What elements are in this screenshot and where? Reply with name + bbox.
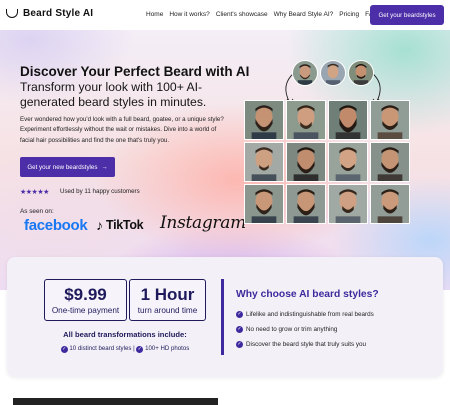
- result-photo: [328, 100, 368, 140]
- result-photo: [328, 184, 368, 224]
- check-circle-icon: ✓: [60, 346, 68, 353]
- result-photo: [370, 184, 410, 224]
- includes-item-styles: 10 distinct beard styles: [69, 345, 132, 352]
- feature-item: ✓ Lifelike and indistinguishable from re…: [236, 311, 374, 318]
- nav-link-how-it-works[interactable]: How it works?: [169, 11, 209, 18]
- rating-stars-icon: ★★★★★: [20, 189, 49, 196]
- before-photos: [292, 60, 374, 86]
- seen-on-label: As seen on:: [20, 208, 54, 215]
- result-photo: [370, 142, 410, 182]
- includes-separator: |: [133, 345, 135, 352]
- check-circle-icon: ✓: [236, 326, 243, 333]
- result-photo: [244, 184, 284, 224]
- before-photo-2: [320, 60, 346, 86]
- instagram-logo: Instagram: [160, 213, 246, 233]
- social-proof-text: Used by 11 happy customers: [60, 188, 140, 195]
- nav-link-home[interactable]: Home: [146, 11, 163, 18]
- arrow-right-icon: →: [101, 163, 108, 171]
- includes-item-photos: 100+ HD photos: [145, 345, 190, 352]
- turnaround-box: 1 Hour turn around time: [129, 279, 206, 321]
- price-value: $9.99: [64, 285, 107, 304]
- check-circle-icon: ✓: [236, 341, 243, 348]
- divider: [221, 279, 224, 355]
- beard-results-extra-row: [286, 184, 370, 226]
- brand-logo[interactable]: Beard Style AI: [6, 8, 93, 19]
- includes-title: All beard transformations include:: [63, 330, 187, 339]
- result-photo: [286, 100, 326, 140]
- hero-cta-button[interactable]: Get your new beardstyles →: [20, 157, 115, 177]
- feature-item: ✓ No need to grow or trim anything: [236, 326, 337, 333]
- before-photo-1: [292, 60, 318, 86]
- beard-logo-icon: [6, 9, 18, 18]
- feature-text: Discover the beard style that truly suit…: [246, 341, 367, 348]
- result-photo: [328, 142, 368, 182]
- why-title: Why choose AI beard styles?: [236, 289, 379, 300]
- result-photo: [370, 100, 410, 140]
- before-photo-3: [348, 60, 374, 86]
- feature-item: ✓ Discover the beard style that truly su…: [236, 341, 366, 348]
- result-photo: [244, 142, 284, 182]
- result-photo: [286, 142, 326, 182]
- feature-text: No need to grow or trim anything: [246, 326, 338, 333]
- tiktok-wordmark: TikTok: [106, 218, 144, 232]
- result-photo: [244, 100, 284, 140]
- price-box: $9.99 One-time payment: [44, 279, 127, 321]
- nav-cta-button[interactable]: Get your beardstyles: [370, 5, 444, 25]
- turnaround-label: turn around time: [137, 306, 198, 315]
- result-photo: [286, 184, 326, 224]
- pricing-card: $9.99 One-time payment 1 Hour turn aroun…: [7, 257, 443, 377]
- hero-section: Discover Your Perfect Beard with AI Tran…: [0, 30, 450, 290]
- nav-link-pricing[interactable]: Pricing: [339, 11, 359, 18]
- check-circle-icon: ✓: [236, 311, 243, 318]
- feature-text: Lifelike and indistinguishable from real…: [246, 311, 374, 318]
- facebook-logo: facebook: [24, 217, 88, 234]
- top-nav: Beard Style AI Home How it works? Client…: [0, 0, 450, 30]
- check-circle-icon: ✓: [136, 346, 144, 353]
- tiktok-logo: ♪ TikTok: [96, 217, 144, 233]
- brand-name: Beard Style AI: [23, 8, 94, 19]
- nav-link-why[interactable]: Why Beard Style AI?: [274, 11, 334, 18]
- nav-link-showcase[interactable]: Client's showcase: [216, 11, 268, 18]
- includes-list: ✓ 10 distinct beard styles | ✓ 100+ HD p…: [44, 345, 206, 353]
- price-label: One-time payment: [51, 306, 120, 315]
- hero-title: Discover Your Perfect Beard with AI: [20, 64, 250, 79]
- nav-links: Home How it works? Client's showcase Why…: [146, 11, 378, 18]
- hero-cta-label: Get your new beardstyles: [27, 163, 98, 171]
- tiktok-note-icon: ♪: [96, 217, 103, 233]
- turnaround-value: 1 Hour: [140, 285, 195, 304]
- hero-subtitle: Transform your look with 100+ AI-generat…: [20, 80, 207, 109]
- video-preview[interactable]: [13, 398, 218, 405]
- hero-description: Ever wondered how you'd look with a full…: [20, 116, 224, 144]
